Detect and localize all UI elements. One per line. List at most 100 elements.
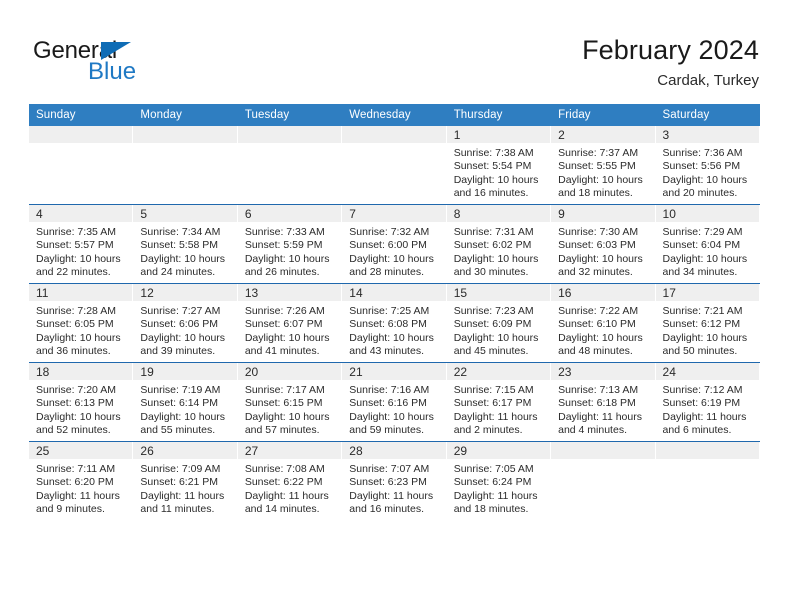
sunrise-text: Sunrise: 7:34 AM — [140, 226, 221, 238]
day-number: 26 — [133, 442, 238, 459]
day-detail-block: Sunrise: 7:35 AM Sunset: 5:57 PM Daylight:… — [29, 222, 133, 280]
day-number: 19 — [133, 363, 238, 380]
daylight-text-line1: Daylight: 11 hours — [244, 489, 329, 502]
logo-text-blue: Blue — [88, 58, 137, 85]
calendar-day-cell[interactable]: 21 Sunrise: 7:16 AM Sunset: 6:16 PM Dayligh… — [342, 362, 447, 442]
daylight-text-line2: and 16 minutes. — [453, 187, 529, 200]
day-number: 29 — [446, 442, 552, 459]
day-number: 18 — [29, 363, 134, 380]
sunrise-text: Sunrise: 7:16 AM — [349, 384, 430, 396]
sunrise-text: Sunrise: 7:31 AM — [453, 226, 534, 238]
day-number: 9 — [551, 205, 656, 222]
calendar-day-cell[interactable]: 11 Sunrise: 7:28 AM Sunset: 6:05 PM Dayligh… — [29, 283, 134, 363]
calendar-day-cell-empty — [342, 126, 447, 205]
day-detail-block: Sunrise: 7:23 AM Sunset: 6:09 PM Daylight:… — [447, 301, 551, 359]
calendar-day-cell[interactable]: 2 Sunrise: 7:37 AM Sunset: 5:55 PM Daylight… — [551, 126, 656, 205]
calendar-day-cell[interactable]: 10 Sunrise: 7:29 AM Sunset: 6:04 PM Dayligh… — [655, 204, 760, 284]
daylight-text-line1: Daylight: 10 hours — [244, 331, 330, 344]
calendar-day-cell[interactable]: 14 Sunrise: 7:25 AM Sunset: 6:08 PM Dayligh… — [342, 283, 447, 363]
daylight-text-line1: Daylight: 10 hours — [558, 252, 643, 265]
calendar-day-cell[interactable]: 12 Sunrise: 7:27 AM Sunset: 6:06 PM Dayligh… — [133, 283, 238, 363]
calendar-day-cell[interactable]: 19 Sunrise: 7:19 AM Sunset: 6:14 PM Dayligh… — [133, 362, 238, 442]
day-detail-block: Sunrise: 7:09 AM Sunset: 6:21 PM Daylight:… — [133, 459, 237, 517]
calendar-day-cell[interactable]: 15 Sunrise: 7:23 AM Sunset: 6:09 PM Dayligh… — [446, 283, 552, 363]
weekday-header-saturday: Saturday — [655, 104, 760, 126]
daylight-text-line2: and 22 minutes. — [36, 266, 111, 279]
day-detail-block: Sunrise: 7:32 AM Sunset: 6:00 PM Daylight:… — [342, 222, 446, 280]
calendar-week-row: 1 Sunrise: 7:38 AM Sunset: 5:54 PM Daylight… — [29, 126, 760, 205]
calendar-day-cell[interactable]: 1 Sunrise: 7:38 AM Sunset: 5:54 PM Daylight… — [446, 126, 552, 205]
day-number: 1 — [446, 126, 552, 143]
day-detail-block: Sunrise: 7:08 AM Sunset: 6:22 PM Daylight:… — [238, 459, 342, 517]
calendar-day-cell[interactable]: 13 Sunrise: 7:26 AM Sunset: 6:07 PM Dayligh… — [237, 283, 343, 363]
calendar-day-cell[interactable]: 20 Sunrise: 7:17 AM Sunset: 6:15 PM Dayligh… — [237, 362, 343, 442]
calendar-day-cell[interactable]: 18 Sunrise: 7:20 AM Sunset: 6:13 PM Dayligh… — [29, 362, 134, 442]
day-detail-block: Sunrise: 7:11 AM Sunset: 6:20 PM Daylight:… — [29, 459, 133, 517]
sunset-text: Sunset: 6:22 PM — [244, 476, 323, 489]
calendar-day-cell[interactable]: 5 Sunrise: 7:34 AM Sunset: 5:58 PM Daylight… — [133, 204, 238, 284]
calendar-day-cell[interactable]: 7 Sunrise: 7:32 AM Sunset: 6:00 PM Daylight… — [342, 204, 447, 284]
sunset-text: Sunset: 5:55 PM — [558, 160, 636, 173]
day-number: 13 — [237, 284, 343, 301]
sunset-text: Sunset: 5:54 PM — [453, 160, 532, 173]
sunset-text: Sunset: 6:10 PM — [558, 318, 636, 331]
day-number: 15 — [446, 284, 552, 301]
sunrise-text: Sunrise: 7:21 AM — [662, 305, 743, 317]
day-number — [551, 442, 656, 459]
calendar-day-cell[interactable]: 9 Sunrise: 7:30 AM Sunset: 6:03 PM Daylight… — [551, 204, 656, 284]
sunset-text: Sunset: 6:09 PM — [453, 318, 532, 331]
calendar-day-cell[interactable]: 23 Sunrise: 7:13 AM Sunset: 6:18 PM Dayligh… — [551, 362, 656, 442]
calendar-week-row: 25 Sunrise: 7:11 AM Sunset: 6:20 PM Dayligh… — [29, 441, 760, 520]
daylight-text-line2: and 55 minutes. — [140, 424, 216, 437]
general-blue-logo[interactable]: General Blue — [33, 38, 263, 86]
calendar-day-cell[interactable]: 27 Sunrise: 7:08 AM Sunset: 6:22 PM Dayligh… — [237, 441, 343, 520]
sunrise-text: Sunrise: 7:28 AM — [36, 305, 116, 317]
sunrise-text: Sunrise: 7:27 AM — [140, 305, 221, 317]
calendar-day-cell[interactable]: 29 Sunrise: 7:05 AM Sunset: 6:24 PM Dayligh… — [446, 441, 552, 520]
day-detail-block: Sunrise: 7:17 AM Sunset: 6:15 PM Daylight:… — [238, 380, 342, 438]
sunset-text: Sunset: 6:20 PM — [36, 476, 114, 489]
sunrise-text: Sunrise: 7:13 AM — [558, 384, 639, 396]
month-calendar-table: Sunday Monday Tuesday Wednesday Thursday… — [29, 104, 760, 520]
calendar-header-row-group: Sunday Monday Tuesday Wednesday Thursday… — [29, 104, 760, 126]
sunset-text: Sunset: 6:19 PM — [662, 397, 741, 410]
sunset-text: Sunset: 5:56 PM — [662, 160, 741, 173]
weekday-header-row: Sunday Monday Tuesday Wednesday Thursday… — [29, 104, 760, 126]
daylight-text-line1: Daylight: 10 hours — [36, 331, 121, 344]
sunset-text: Sunset: 6:12 PM — [662, 318, 741, 331]
calendar-day-cell[interactable]: 22 Sunrise: 7:15 AM Sunset: 6:17 PM Dayligh… — [446, 362, 552, 442]
sunrise-text: Sunrise: 7:23 AM — [453, 305, 534, 317]
calendar-day-cell[interactable]: 8 Sunrise: 7:31 AM Sunset: 6:02 PM Daylight… — [446, 204, 552, 284]
sunrise-text: Sunrise: 7:35 AM — [36, 226, 116, 238]
calendar-day-cell[interactable]: 6 Sunrise: 7:33 AM Sunset: 5:59 PM Daylight… — [237, 204, 343, 284]
sunset-text: Sunset: 6:24 PM — [453, 476, 532, 489]
day-number: 8 — [446, 205, 552, 222]
day-detail-block: Sunrise: 7:25 AM Sunset: 6:08 PM Daylight:… — [342, 301, 446, 359]
calendar-day-cell[interactable]: 25 Sunrise: 7:11 AM Sunset: 6:20 PM Dayligh… — [29, 441, 134, 520]
daylight-text-line2: and 28 minutes. — [349, 266, 424, 279]
daylight-text-line1: Daylight: 10 hours — [244, 252, 330, 265]
sunset-text: Sunset: 6:03 PM — [558, 239, 636, 252]
calendar-day-cell[interactable]: 4 Sunrise: 7:35 AM Sunset: 5:57 PM Daylight… — [29, 204, 134, 284]
daylight-text-line1: Daylight: 10 hours — [244, 410, 330, 423]
calendar-day-cell[interactable]: 3 Sunrise: 7:36 AM Sunset: 5:56 PM Daylight… — [655, 126, 760, 205]
sunset-text: Sunset: 6:05 PM — [36, 318, 114, 331]
day-detail-block: Sunrise: 7:12 AM Sunset: 6:19 PM Daylight:… — [656, 380, 760, 438]
daylight-text-line2: and 59 minutes. — [349, 424, 424, 437]
daylight-text-line2: and 50 minutes. — [662, 345, 738, 358]
day-number: 4 — [29, 205, 134, 222]
sunset-text: Sunset: 5:59 PM — [244, 239, 323, 252]
calendar-day-cell[interactable]: 17 Sunrise: 7:21 AM Sunset: 6:12 PM Dayligh… — [655, 283, 760, 363]
calendar-day-cell[interactable]: 16 Sunrise: 7:22 AM Sunset: 6:10 PM Dayligh… — [551, 283, 656, 363]
day-detail-block: Sunrise: 7:37 AM Sunset: 5:55 PM Daylight:… — [551, 143, 655, 201]
day-detail-block: Sunrise: 7:36 AM Sunset: 5:56 PM Daylight:… — [656, 143, 760, 201]
daylight-text-line2: and 30 minutes. — [453, 266, 529, 279]
calendar-day-cell[interactable]: 28 Sunrise: 7:07 AM Sunset: 6:23 PM Dayligh… — [342, 441, 447, 520]
calendar-day-cell[interactable]: 24 Sunrise: 7:12 AM Sunset: 6:19 PM Dayligh… — [655, 362, 760, 442]
day-detail-block: Sunrise: 7:34 AM Sunset: 5:58 PM Daylight:… — [133, 222, 237, 280]
day-detail-block: Sunrise: 7:19 AM Sunset: 6:14 PM Daylight:… — [133, 380, 237, 438]
calendar-day-cell[interactable]: 26 Sunrise: 7:09 AM Sunset: 6:21 PM Dayligh… — [133, 441, 238, 520]
daylight-text-line2: and 18 minutes. — [453, 503, 529, 516]
sunrise-text: Sunrise: 7:25 AM — [349, 305, 430, 317]
daylight-text-line1: Daylight: 10 hours — [662, 173, 748, 186]
